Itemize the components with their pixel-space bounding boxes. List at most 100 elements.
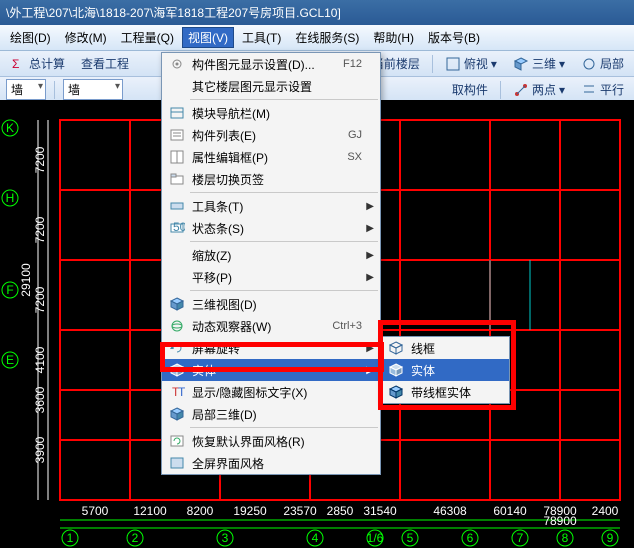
menu-item-12[interactable]: 平移(P) ▶ (162, 266, 380, 288)
menu-item-8[interactable]: 工具条(T)▶ (162, 195, 380, 217)
menu-item-label: 平移(P) (192, 269, 362, 286)
submenu-arrow-icon: ▶ (366, 250, 374, 261)
menu-item-4[interactable]: 构件列表(E) GJ (162, 124, 380, 146)
svg-text:7: 7 (517, 531, 524, 545)
svg-text:3600: 3600 (33, 386, 47, 413)
menu-item-18[interactable]: TT显示/隐藏图标文字(X) (162, 381, 380, 403)
svg-text:3: 3 (222, 531, 229, 545)
menu-item-16[interactable]: 屏幕旋转▶ (162, 337, 380, 359)
menu-draw[interactable]: 绘图(D) (4, 27, 57, 48)
menu-tools[interactable]: 工具(T) (236, 27, 287, 48)
menu-item-15[interactable]: 动态观察器(W) Ctrl+3 (162, 315, 380, 337)
blank-icon (166, 246, 188, 264)
menu-item-0[interactable]: 构件图元显示设置(D)... F12 (162, 53, 380, 75)
submenu-arrow-icon: ▶ (366, 223, 374, 234)
svg-text:19250: 19250 (233, 504, 267, 518)
menu-item-label: 恢复默认界面风格(R) (192, 433, 362, 450)
menu-item-shortcut: GJ (348, 129, 362, 141)
btn-local-view[interactable]: 局部 (577, 53, 628, 74)
menu-item-9[interactable]: 50 状态条(S) ▶ (162, 217, 380, 239)
menu-item-label: 构件列表(E) (192, 127, 340, 144)
restore-icon (166, 432, 188, 450)
submenu-item-2[interactable]: 带线框实体 (381, 381, 509, 403)
title-text: \外工程\207\北海\1818-207\海军1818工程207号房项目.GCL… (6, 6, 341, 20)
axis-E: E (6, 353, 14, 367)
menu-quantity[interactable]: 工程量(Q) (115, 27, 180, 48)
local-icon (581, 56, 597, 72)
title-bar: \外工程\207\北海\1818-207\海军1818工程207号房项目.GCL… (0, 0, 634, 25)
menu-item-label: 其它楼层图元显示设置 (192, 78, 362, 95)
menu-item-3[interactable]: 模块导航栏(M) (162, 102, 380, 124)
menu-item-21[interactable]: 恢复默认界面风格(R) (162, 430, 380, 452)
combo-component[interactable]: 墙 (63, 79, 123, 100)
topview-icon (445, 56, 461, 72)
submenu-item-label: 带线框实体 (411, 384, 471, 401)
wiresolid-icon (385, 383, 407, 401)
menu-item-shortcut: F12 (343, 58, 362, 70)
gear-icon (166, 55, 188, 73)
svg-text:T: T (178, 385, 185, 399)
menu-item-6[interactable]: 楼层切换页签 (162, 168, 380, 190)
menu-item-shortcut: SX (347, 151, 362, 163)
btn-top-view[interactable]: 俯视 ▾ (441, 53, 501, 74)
menu-item-label: 状态条(S) (192, 220, 362, 237)
combo-category[interactable]: 墙 (6, 79, 46, 100)
svg-text:1: 1 (67, 531, 74, 545)
solid-icon (385, 361, 407, 379)
svg-text:4: 4 (312, 531, 319, 545)
svg-text:8200: 8200 (187, 504, 214, 518)
submenu-arrow-icon: ▶ (366, 272, 374, 283)
svg-text:5700: 5700 (82, 504, 109, 518)
rotate-icon (166, 339, 188, 357)
parallel-icon (581, 82, 597, 98)
svg-text:9: 9 (607, 531, 614, 545)
menu-item-1[interactable]: 其它楼层图元显示设置 (162, 75, 380, 97)
btn-total-calc[interactable]: Σ总计算 (6, 53, 69, 74)
menu-item-22[interactable]: 全屏界面风格 (162, 452, 380, 474)
orbit-icon (166, 317, 188, 335)
menu-item-17[interactable]: 实体▶ (162, 359, 380, 381)
menu-modify[interactable]: 修改(M) (59, 27, 113, 48)
menu-item-label: 动态观察器(W) (192, 318, 324, 335)
menu-view[interactable]: 视图(V) (182, 27, 234, 48)
menu-item-label: 构件图元显示设置(D)... (192, 56, 335, 73)
svg-text:50: 50 (173, 220, 185, 234)
submenu-item-1[interactable]: 实体 (381, 359, 509, 381)
menu-item-shortcut: Ctrl+3 (332, 320, 362, 332)
btn-parallel[interactable]: 平行 (577, 79, 628, 100)
btn-view-project[interactable]: 查看工程 (77, 53, 133, 74)
menu-item-label: 局部三维(D) (192, 406, 362, 423)
tabs-icon (166, 170, 188, 188)
svg-text:Σ: Σ (12, 57, 19, 71)
menu-help[interactable]: 帮助(H) (367, 27, 420, 48)
menu-version[interactable]: 版本号(B) (422, 27, 486, 48)
btn-pick-component[interactable]: 取构件 (448, 79, 492, 100)
menu-item-label: 显示/隐藏图标文字(X) (192, 384, 362, 401)
text-icon: TT (166, 383, 188, 401)
svg-text:8: 8 (562, 531, 569, 545)
submenu-arrow-icon: ▶ (366, 365, 374, 376)
full-icon (166, 454, 188, 472)
btn-3d-view[interactable]: 三维 ▾ (509, 53, 569, 74)
menu-item-label: 模块导航栏(M) (192, 105, 362, 122)
svg-text:2400: 2400 (592, 504, 619, 518)
svg-text:1/6: 1/6 (367, 531, 384, 545)
menu-item-label: 缩放(Z) (192, 247, 362, 264)
menu-item-label: 屏幕旋转 (192, 340, 362, 357)
menu-item-19[interactable]: 局部三维(D) (162, 403, 380, 425)
svg-text:46308: 46308 (433, 504, 467, 518)
svg-text:7200: 7200 (33, 286, 47, 313)
btn-two-points[interactable]: 两点 ▾ (509, 79, 569, 100)
cube-icon (513, 56, 529, 72)
svg-text:78900: 78900 (543, 504, 577, 518)
menu-online[interactable]: 在线服务(S) (289, 27, 365, 48)
menu-item-14[interactable]: 三维视图(D) (162, 293, 380, 315)
menu-item-11[interactable]: 缩放(Z) ▶ (162, 244, 380, 266)
svg-text:29100: 29100 (19, 263, 33, 297)
list-icon (166, 126, 188, 144)
menu-item-5[interactable]: 属性编辑框(P)SX (162, 146, 380, 168)
menu-item-label: 三维视图(D) (192, 296, 362, 313)
solid-icon (166, 361, 188, 379)
svg-text:7200: 7200 (33, 146, 47, 173)
submenu-item-0[interactable]: 线框 (381, 337, 509, 359)
